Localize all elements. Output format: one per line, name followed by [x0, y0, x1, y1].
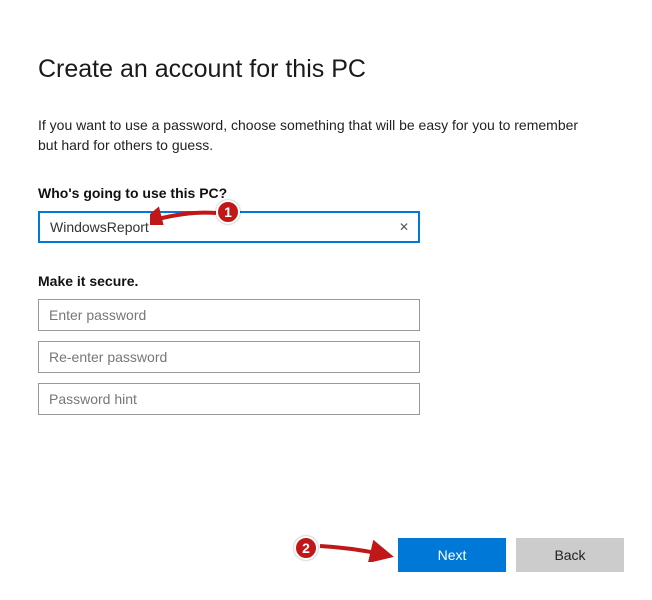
annotation-badge-2: 2 — [294, 536, 318, 560]
next-button[interactable]: Next — [398, 538, 506, 572]
page-description: If you want to use a password, choose so… — [38, 116, 598, 155]
username-label: Who's going to use this PC? — [38, 185, 614, 201]
annotation-arrow-2 — [316, 540, 396, 562]
password-hint-input[interactable] — [38, 383, 420, 415]
back-button[interactable]: Back — [516, 538, 624, 572]
annotation-badge-1: 1 — [216, 200, 240, 224]
clear-input-icon[interactable]: ✕ — [389, 212, 419, 242]
confirm-password-input[interactable] — [38, 341, 420, 373]
password-input[interactable] — [38, 299, 420, 331]
password-section-label: Make it secure. — [38, 273, 614, 289]
page-title: Create an account for this PC — [38, 55, 614, 84]
annotation-arrow-1 — [150, 205, 220, 225]
